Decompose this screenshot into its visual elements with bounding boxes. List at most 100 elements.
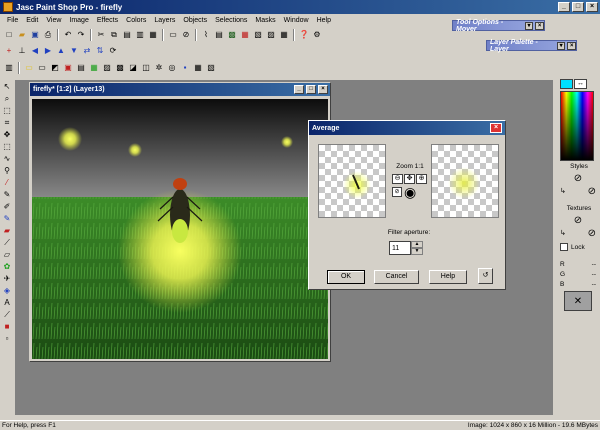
paste-as-new-icon[interactable]: ▥ — [134, 29, 146, 41]
flood-fill-icon[interactable]: ◈ — [1, 285, 13, 296]
spin-up-icon[interactable]: ▲ — [411, 241, 423, 248]
layer-palette-close-icon[interactable]: × — [567, 41, 577, 50]
image-close-button[interactable]: × — [318, 85, 328, 94]
texture-null-icon[interactable]: ⊘ — [574, 215, 582, 226]
minimize-button[interactable]: _ — [558, 2, 570, 12]
arrow-up-icon[interactable]: ▲ — [55, 45, 67, 57]
eye-icon[interactable]: ◉ — [404, 185, 416, 199]
ok-button[interactable]: OK — [327, 270, 365, 284]
magic-wand-icon[interactable]: ⚲ — [1, 165, 13, 176]
image-minimize-button[interactable]: _ — [294, 85, 304, 94]
grid-icon[interactable]: ▦ — [278, 29, 290, 41]
line-icon[interactable]: ⊥ — [16, 45, 28, 57]
effect-8-icon[interactable]: ✲ — [153, 62, 165, 74]
scratch-remover-icon[interactable]: ⟋ — [1, 237, 13, 248]
layer-new-icon[interactable]: ▭ — [36, 62, 48, 74]
menu-view[interactable]: View — [42, 17, 65, 24]
new-icon[interactable]: □ — [3, 29, 15, 41]
effect-2-icon[interactable]: ▤ — [75, 62, 87, 74]
open-icon[interactable]: ▰ — [16, 29, 28, 41]
effect-4-icon[interactable]: ▨ — [101, 62, 113, 74]
arrow-right-icon[interactable]: ▶ — [42, 45, 54, 57]
style-arrow-icon[interactable]: ↳ — [560, 187, 566, 195]
effect-11-icon[interactable]: ▦ — [192, 62, 204, 74]
menu-objects[interactable]: Objects — [179, 17, 211, 24]
deform-tool-icon[interactable]: ⬚ — [1, 105, 13, 116]
swap-colors-icon[interactable]: ↔ — [574, 79, 587, 89]
image-canvas[interactable] — [32, 99, 328, 359]
eraser-tool-icon[interactable]: ▱ — [1, 249, 13, 260]
preset-shapes-icon[interactable]: ■ — [1, 321, 13, 332]
overview-icon[interactable]: ▩ — [226, 29, 238, 41]
effect-10-icon[interactable]: ▪ — [179, 62, 191, 74]
save-icon[interactable]: ▣ — [29, 29, 41, 41]
draw-tool-icon[interactable]: ⟋ — [1, 309, 13, 320]
picture-tube-icon[interactable]: ✿ — [1, 261, 13, 272]
help-context-icon[interactable]: ❓ — [298, 29, 310, 41]
copy-icon[interactable]: ⧉ — [108, 29, 120, 41]
layer-palette-menu-icon[interactable]: ▾ — [556, 41, 566, 50]
menu-help[interactable]: Help — [313, 17, 335, 24]
cut-icon[interactable]: ✂ — [95, 29, 107, 41]
zoom-out-icon[interactable]: ⊖ — [392, 174, 403, 184]
menu-effects[interactable]: Effects — [93, 17, 122, 24]
lock-checkbox[interactable] — [560, 243, 568, 251]
dropper-tool-icon[interactable]: ⁄ — [1, 177, 13, 188]
filter-aperture-spinner[interactable]: ▲ ▼ — [389, 241, 423, 255]
zoom-in-icon[interactable]: ⊕ — [416, 174, 427, 184]
style-null-icon-2[interactable]: ⊘ — [588, 186, 596, 197]
tool-palette-icon[interactable]: ▤ — [213, 29, 225, 41]
paste-layer-icon[interactable]: ▦ — [147, 29, 159, 41]
crop-tool-icon[interactable]: ⌗ — [1, 117, 13, 128]
flip-icon[interactable]: ⇄ — [81, 45, 93, 57]
redo-icon[interactable]: ↷ — [75, 29, 87, 41]
average-dialog-title-bar[interactable]: Average × — [309, 121, 505, 135]
histogram-icon[interactable]: ⌇ — [200, 29, 212, 41]
effect-3-icon[interactable]: ▦ — [88, 62, 100, 74]
filter-aperture-input[interactable] — [389, 241, 411, 255]
undo-icon[interactable]: ↶ — [62, 29, 74, 41]
rotate-icon[interactable]: ⟳ — [107, 45, 119, 57]
result-preview[interactable] — [431, 144, 499, 218]
selection-icon[interactable]: ▭ — [23, 62, 35, 74]
crosshair-icon[interactable]: + — [3, 45, 15, 57]
clone-tool-icon[interactable]: ✐ — [1, 201, 13, 212]
effect-12-icon[interactable]: ▧ — [205, 62, 217, 74]
arrow-left-icon[interactable]: ◀ — [29, 45, 41, 57]
lock-preview-checkbox[interactable]: ⊘ — [392, 187, 402, 197]
color-palette-icon[interactable]: ▦ — [239, 29, 251, 41]
effect-6-icon[interactable]: ◪ — [127, 62, 139, 74]
menu-colors[interactable]: Colors — [122, 17, 150, 24]
zoom-tool-icon[interactable]: ⌕ — [1, 93, 13, 104]
freehand-tool-icon[interactable]: ∿ — [1, 153, 13, 164]
layer-palette[interactable]: Layer Palette - Layer ▾ × — [486, 39, 577, 53]
image-window-title-bar[interactable]: firefly* [1:2] (Layer13) _ □ × — [30, 83, 330, 96]
palette-menu-icon[interactable]: ▾ — [524, 21, 534, 30]
color-replacer-icon[interactable]: ✎ — [1, 213, 13, 224]
menu-window[interactable]: Window — [280, 17, 313, 24]
text-tool-icon[interactable]: A — [1, 297, 13, 308]
reset-icon[interactable]: ↺ — [478, 268, 493, 284]
menu-masks[interactable]: Masks — [251, 17, 279, 24]
paintbrush-tool-icon[interactable]: ✎ — [1, 189, 13, 200]
cancel-button[interactable]: Cancel — [374, 270, 419, 284]
layer-props-icon[interactable]: ◩ — [49, 62, 61, 74]
original-preview[interactable] — [318, 144, 386, 218]
effect-browser-icon[interactable]: ⚙ — [311, 29, 323, 41]
menu-file[interactable]: File — [3, 17, 22, 24]
tool-options-palette[interactable]: Tool Options - Mover ▾ × — [452, 19, 545, 33]
full-screen-icon[interactable]: ▭ — [167, 29, 179, 41]
effect-9-icon[interactable]: ◎ — [166, 62, 178, 74]
paste-icon[interactable]: ▤ — [121, 29, 133, 41]
palette-close-icon[interactable]: × — [535, 21, 544, 30]
maximize-button[interactable]: □ — [572, 2, 584, 12]
foreground-swatch[interactable] — [560, 79, 573, 89]
mover-tool-icon[interactable]: ✥ — [1, 129, 13, 140]
style-null-icon[interactable]: ⊘ — [574, 173, 582, 184]
brush-variance-icon[interactable]: ▥ — [3, 62, 15, 74]
arrow-down-icon[interactable]: ▼ — [68, 45, 80, 57]
color-picker[interactable] — [560, 91, 594, 161]
arrow-tool-icon[interactable]: ↖ — [1, 81, 13, 92]
retouch-tool-icon[interactable]: ▰ — [1, 225, 13, 236]
browse-icon[interactable]: ⊘ — [180, 29, 192, 41]
